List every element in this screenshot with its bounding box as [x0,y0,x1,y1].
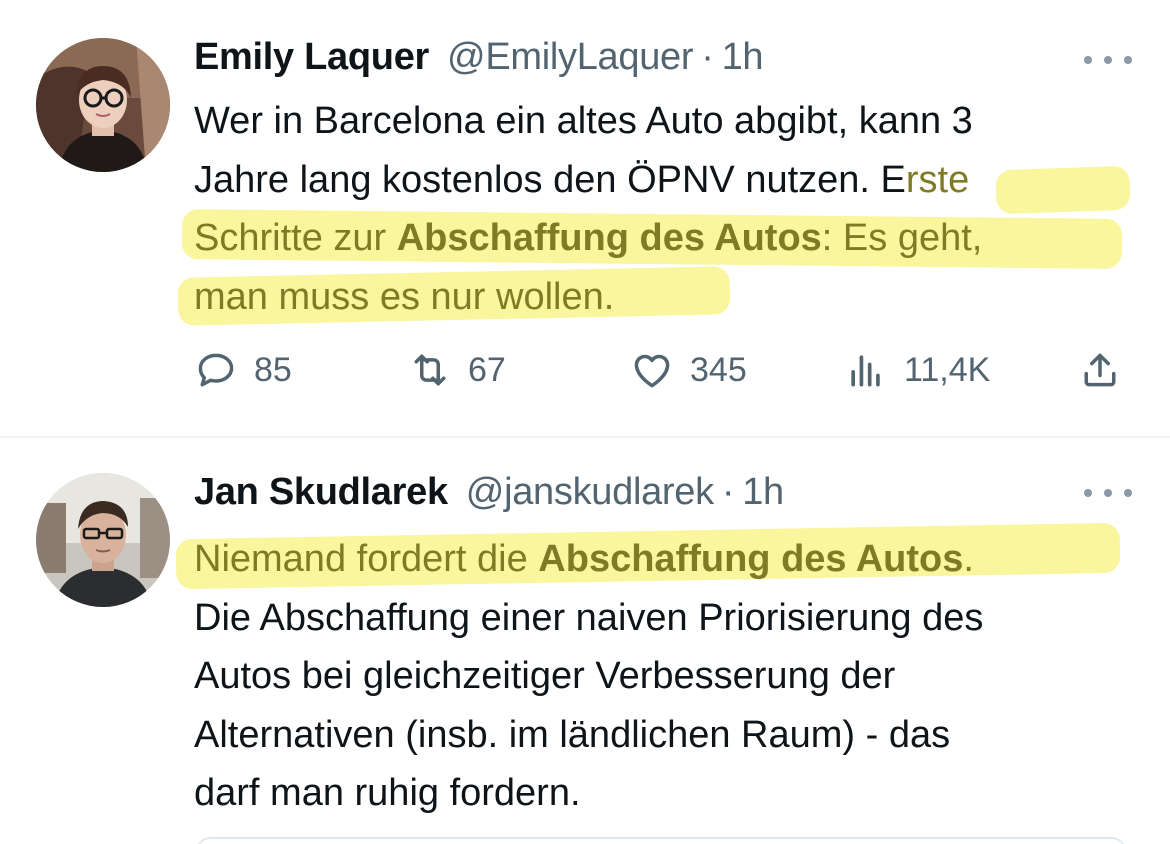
tweet-text-line: Die Abschaffung einer naiven Priorisieru… [194,596,984,639]
retweet-count: 67 [468,350,506,389]
tweet-text: Niemand fordert die Abschaffung des Auto… [194,530,1144,823]
tweet-actions: 85 67 345 11,4K [194,340,1144,400]
separator-dot: · [721,471,735,513]
highlighted-text: : Es geht, [821,217,983,259]
highlighted-text: rste [905,158,970,201]
reply-button[interactable]: 85 [194,340,292,400]
tweet-emily-laquer[interactable]: Emily Laquer @EmilyLaquer · 1h Wer in Ba… [0,0,1170,437]
tweet-header: Jan Skudlarek @janskudlarek · 1h [194,471,784,519]
avatar-image [36,38,170,172]
views-button[interactable]: 11,4K [844,340,990,400]
like-button[interactable]: 345 [630,340,747,400]
highlighted-bold-text: Abschaffung des Autos [396,217,822,259]
share-icon [1084,353,1116,387]
timestamp[interactable]: 1h [722,36,764,79]
tweet-jan-skudlarek[interactable]: Jan Skudlarek @janskudlarek · 1h Niemand… [0,437,1170,844]
tweet-text-line: man muss es nur wollen. [194,275,615,318]
share-button[interactable] [1078,340,1138,400]
highlighted-text: Niemand fordert die [194,538,539,580]
highlighted-text: Schritte zur [194,217,397,259]
highlighted-text: . [963,538,974,580]
tweet-text-line: Autos bei gleichzeitiger Verbesserung de… [194,655,896,697]
tweet-text-line: Wer in Barcelona ein altes Auto abgibt, … [194,100,973,142]
author-name[interactable]: Emily Laquer [194,36,429,79]
avatar-emily-laquer[interactable] [36,38,170,172]
retweet-button[interactable]: 67 [408,340,506,400]
tweet-text-line: darf man ruhig fordern. [194,772,581,814]
tweet-text-line: Jahre lang kostenlos den ÖPNV nutzen. Er… [194,151,1144,210]
like-icon [634,354,670,388]
tweet-text: Wer in Barcelona ein altes Auto abgibt, … [194,92,1144,326]
author-handle[interactable]: @janskudlarek [466,471,714,514]
highlighted-bold-text: Abschaffung des Autos [538,538,964,580]
tweet-text-line: Schritte zur Abschaffung des Autos: Es g… [194,209,1144,268]
tweet-header: Emily Laquer @EmilyLaquer · 1h [194,36,764,84]
reply-count: 85 [254,350,292,389]
tweet-text-line: Niemand fordert die Abschaffung des Auto… [194,530,1144,589]
timestamp[interactable]: 1h [742,471,784,514]
author-handle[interactable]: @EmilyLaquer [447,36,693,79]
author-name[interactable]: Jan Skudlarek [194,471,448,514]
avatar-image [36,473,170,607]
retweet-icon [414,354,446,386]
separator-dot: · [701,36,714,78]
reply-icon [198,353,234,387]
more-options-icon[interactable] [1084,50,1132,70]
views-count: 11,4K [904,350,991,389]
views-icon [851,355,880,387]
more-options-icon[interactable] [1084,483,1132,503]
tweet-feed: Emily Laquer @EmilyLaquer · 1h Wer in Ba… [0,0,1170,844]
like-count: 345 [690,350,747,389]
text-segment: Jahre lang kostenlos den ÖPNV nutzen. E [194,158,906,201]
avatar-jan-skudlarek[interactable] [36,473,170,607]
embedded-card[interactable] [196,837,1126,844]
tweet-text-line: Alternativen (insb. im ländlichen Raum) … [194,713,951,756]
